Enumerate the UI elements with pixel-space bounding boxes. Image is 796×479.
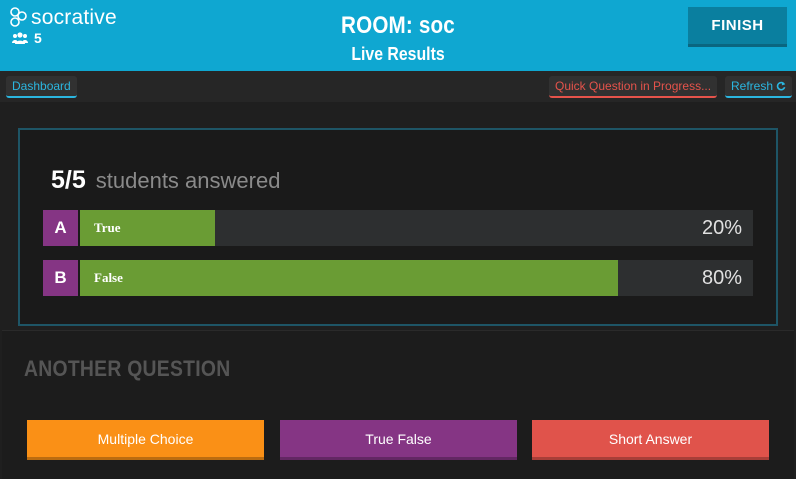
sub-navigation: Dashboard Quick Question in Progress... …: [0, 71, 796, 102]
hexagon-logo-icon: [10, 7, 27, 27]
short-answer-button[interactable]: Short Answer: [532, 420, 769, 460]
dashboard-label: Dashboard: [12, 79, 71, 93]
status-label: Quick Question in Progress...: [555, 79, 712, 93]
refresh-label: Refresh: [731, 79, 774, 93]
room-title: ROOM: soc: [341, 12, 455, 39]
answer-row-a: A True 20%: [43, 210, 753, 246]
answer-letter: B: [43, 260, 78, 296]
answer-row-b: B False 80%: [43, 260, 753, 296]
users-icon: [12, 32, 28, 44]
refresh-icon: [776, 81, 786, 91]
answer-percent: 80%: [701, 266, 742, 289]
answer-bar-track: False 80%: [80, 260, 753, 296]
refresh-button[interactable]: Refresh: [725, 76, 793, 98]
answered-label: students answered: [95, 168, 281, 193]
finish-button[interactable]: FINISH: [688, 7, 787, 47]
dashboard-button[interactable]: Dashboard: [6, 76, 77, 98]
answer-percent: 20%: [701, 216, 742, 239]
quick-question-status-button[interactable]: Quick Question in Progress...: [549, 76, 718, 98]
answer-label: False: [94, 270, 123, 285]
student-count-value: 5: [34, 30, 42, 46]
answer-bar-track: True 20%: [80, 210, 753, 246]
multiple-choice-button[interactable]: Multiple Choice: [27, 420, 264, 460]
student-count: 5: [12, 30, 42, 46]
answered-summary: 5/5 students answered: [51, 166, 280, 195]
page-subtitle: Live Results: [351, 44, 445, 64]
answer-bar-fill: [80, 260, 619, 296]
answer-label: True: [94, 220, 121, 235]
another-question-title: ANOTHER QUESTION: [24, 356, 231, 381]
true-false-button[interactable]: True False: [280, 420, 517, 460]
answer-letter: A: [43, 210, 78, 246]
top-header: socrative 5 ROOM: soc Live Results FINIS…: [0, 0, 796, 71]
answered-count: 5/5: [51, 166, 86, 194]
